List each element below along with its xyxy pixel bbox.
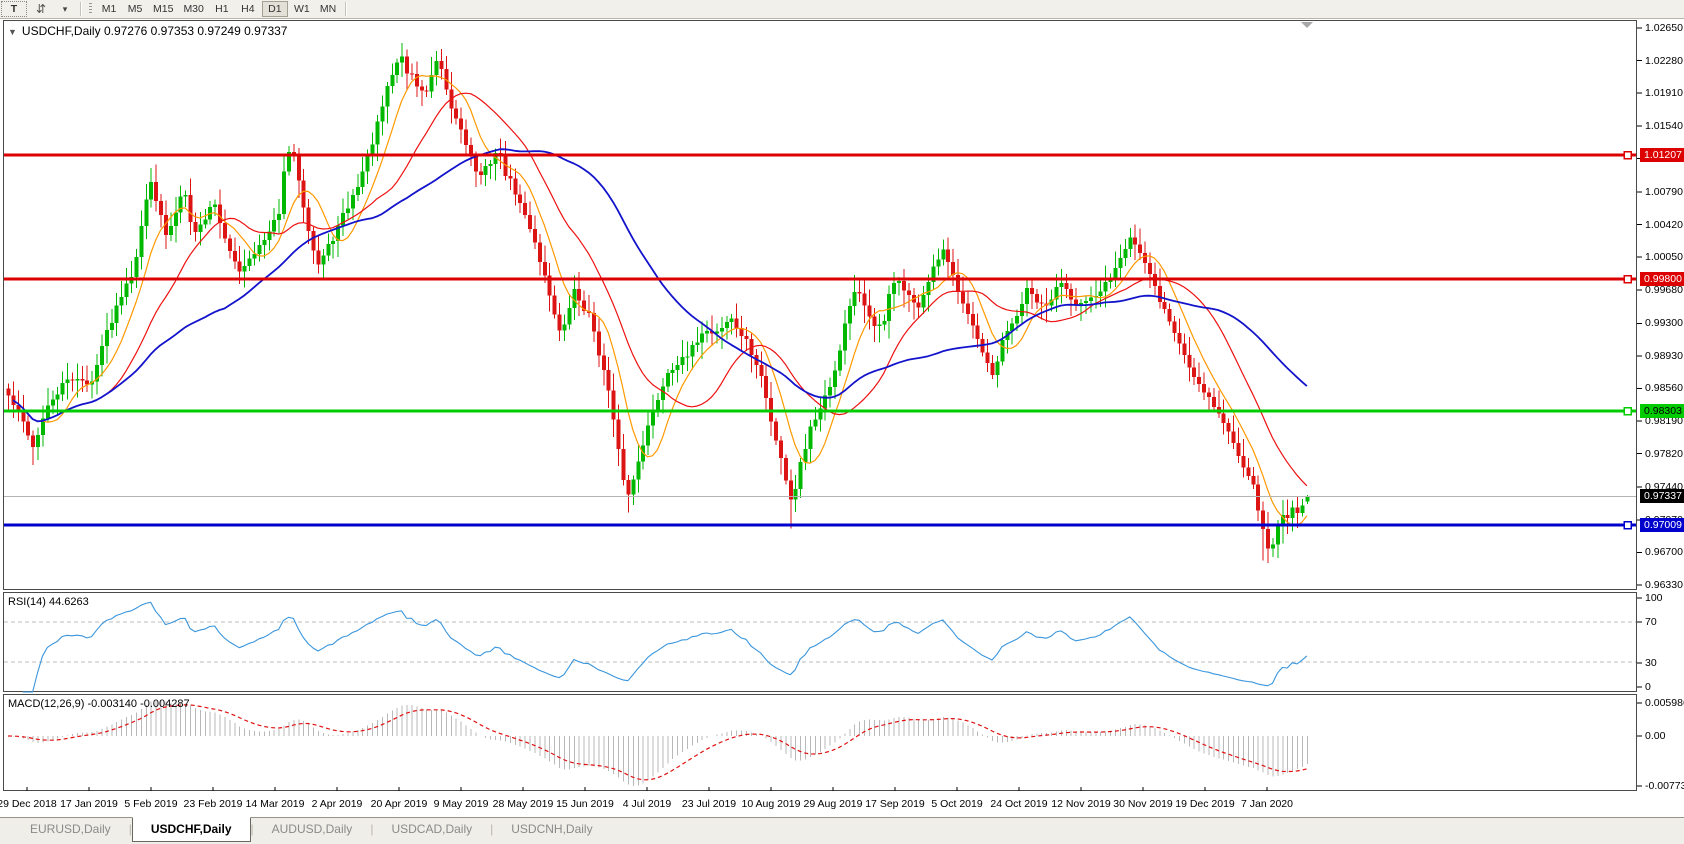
tab-audusd[interactable]: AUDUSD,Daily (254, 818, 371, 841)
price-tick-label: 1.02280 (1645, 55, 1683, 67)
macd-tick-label: 0.00 (1645, 730, 1665, 742)
date-tick-label: 23 Feb 2019 (184, 798, 243, 810)
price-tag-1.01207: 1.01207 (1640, 148, 1684, 162)
chart-title: ▼ USDCHF,Daily 0.97276 0.97353 0.97249 0.… (8, 24, 287, 38)
price-tick-label: 1.02650 (1645, 22, 1683, 34)
rsi-chart-canvas[interactable] (0, 592, 1684, 694)
price-chart-canvas[interactable] (0, 0, 1684, 592)
date-tick-label: 30 Nov 2019 (1113, 798, 1173, 810)
price-tag-0.98303: 0.98303 (1640, 404, 1684, 418)
macd-chart-canvas[interactable] (0, 694, 1684, 792)
rsi-label: RSI(14) 44.6263 (8, 596, 89, 608)
rsi-tick-label: 100 (1645, 592, 1663, 604)
macd-label: MACD(12,26,9) -0.003140 -0.004287 (8, 698, 190, 710)
price-tag-0.97337: 0.97337 (1640, 489, 1684, 503)
symbol-tab-bar: EURUSD,Daily|USDCHF,Daily|AUDUSD,Daily|U… (0, 817, 1684, 844)
rsi-tick-label: 30 (1645, 657, 1657, 669)
price-tick-label: 1.01910 (1645, 87, 1683, 99)
date-tick-label: 19 Dec 2019 (1175, 798, 1235, 810)
price-tick-label: 0.97820 (1645, 448, 1683, 460)
macd-tick-label: -0.007737 (1645, 780, 1684, 792)
rsi-tick-label: 70 (1645, 616, 1657, 628)
tab-usdcnh[interactable]: USDCNH,Daily (493, 818, 610, 841)
tab-usdchf[interactable]: USDCHF,Daily (132, 817, 251, 842)
date-tick-label: 24 Oct 2019 (990, 798, 1047, 810)
date-tick-label: 10 Aug 2019 (742, 798, 801, 810)
tab-usdcad[interactable]: USDCAD,Daily (373, 818, 490, 841)
chart-title-symbol: USDCHF,Daily (22, 24, 101, 38)
date-tick-label: 7 Jan 2020 (1241, 798, 1293, 810)
date-tick-label: 2 Apr 2019 (312, 798, 363, 810)
price-tag-0.99800: 0.99800 (1640, 272, 1684, 286)
rsi-tick-label: 0 (1645, 681, 1651, 693)
date-tick-label: 28 May 2019 (493, 798, 554, 810)
terminal-window: T ⇵ ▾ M1M5M15M30H1H4D1W1MN ▼USDCHF,Daily… (0, 0, 1684, 844)
date-tick-label: 17 Jan 2019 (60, 798, 118, 810)
date-tick-label: 20 Apr 2019 (371, 798, 428, 810)
date-tick-label: 14 Mar 2019 (246, 798, 305, 810)
tab-eurusd[interactable]: EURUSD,Daily (12, 818, 129, 841)
chart-title-ohlc: 0.97276 0.97353 0.97249 0.97337 (104, 24, 288, 38)
date-tick-label: 15 Jun 2019 (556, 798, 614, 810)
price-tick-label: 0.96700 (1645, 546, 1683, 558)
collapse-icon[interactable]: ▼ (8, 27, 17, 37)
date-tick-label: 17 Sep 2019 (865, 798, 925, 810)
price-tick-label: 1.00420 (1645, 219, 1683, 231)
macd-tick-label: 0.005986 (1645, 697, 1684, 709)
price-tick-label: 0.98930 (1645, 350, 1683, 362)
price-tick-label: 1.00790 (1645, 186, 1683, 198)
price-tick-label: 0.99300 (1645, 317, 1683, 329)
date-tick-label: 23 Jul 2019 (682, 798, 736, 810)
date-tick-label: 5 Oct 2019 (931, 798, 982, 810)
date-tick-label: 12 Nov 2019 (1051, 798, 1111, 810)
price-tick-label: 1.00050 (1645, 251, 1683, 263)
date-tick-label: 9 May 2019 (434, 798, 489, 810)
date-tick-label: 5 Feb 2019 (124, 798, 177, 810)
date-tick-label: 29 Aug 2019 (804, 798, 863, 810)
price-tag-0.97009: 0.97009 (1640, 518, 1684, 532)
price-tick-label: 0.96330 (1645, 579, 1683, 591)
price-tick-label: 0.98560 (1645, 382, 1683, 394)
date-tick-label: 4 Jul 2019 (623, 798, 671, 810)
price-tick-label: 1.01540 (1645, 120, 1683, 132)
date-tick-label: 29 Dec 2018 (0, 798, 57, 810)
